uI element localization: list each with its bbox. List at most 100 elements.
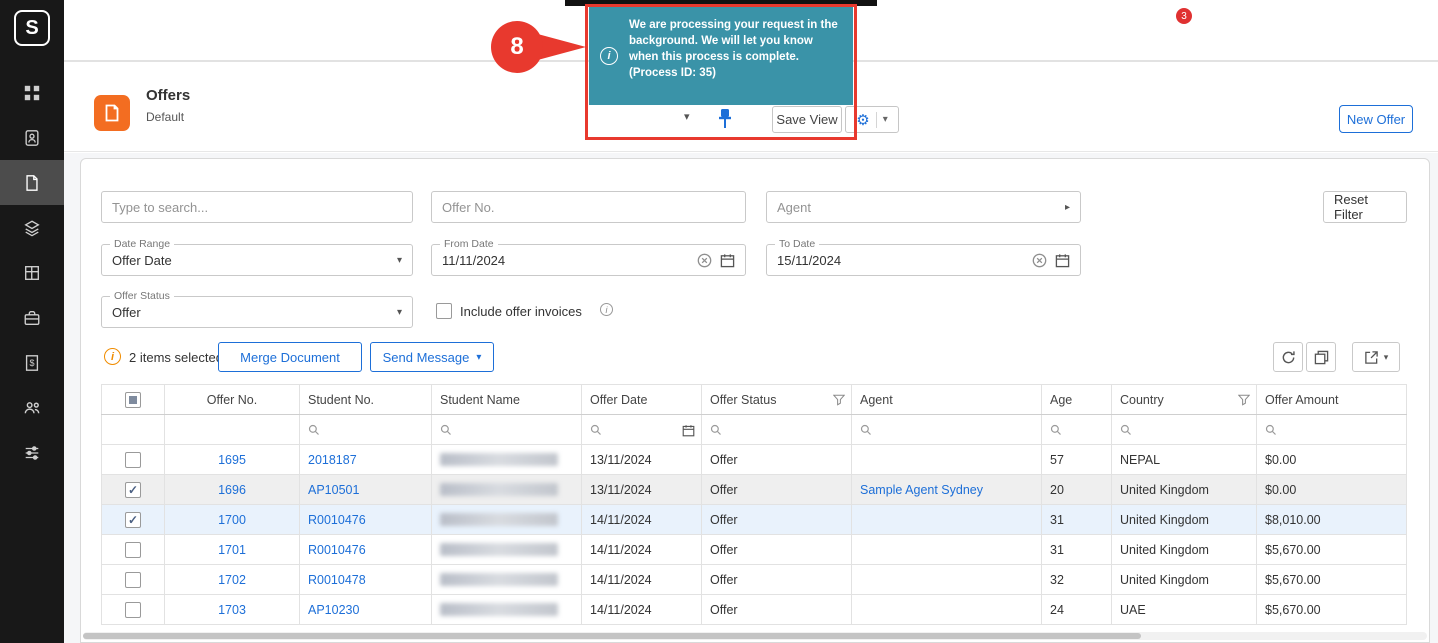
row-select-cell: [102, 565, 165, 595]
filter-student-name[interactable]: [432, 415, 582, 445]
column-chooser-button[interactable]: [1306, 342, 1336, 372]
date-range-select[interactable]: Date Range Offer Date ▾: [101, 244, 413, 276]
student-no-link[interactable]: AP10501: [308, 483, 359, 497]
col-offer-amount[interactable]: Offer Amount: [1257, 385, 1407, 415]
col-student-name[interactable]: Student Name: [432, 385, 582, 415]
cell-agent: [852, 565, 1042, 595]
sidebar-item-partners[interactable]: [0, 385, 64, 430]
to-date-input[interactable]: [777, 253, 1032, 268]
export-button[interactable]: ▾: [1352, 342, 1400, 372]
sidebar-item-courses[interactable]: [0, 205, 64, 250]
calendar-icon[interactable]: [1055, 253, 1070, 268]
refresh-button[interactable]: [1273, 342, 1303, 372]
sidebar-item-settings[interactable]: [0, 430, 64, 475]
row-checkbox[interactable]: [125, 602, 141, 618]
offers-module-icon: [94, 95, 130, 131]
row-checkbox[interactable]: [125, 452, 141, 468]
quick-search-field[interactable]: [101, 191, 413, 223]
filter-icon[interactable]: [1238, 394, 1250, 406]
horizontal-scrollbar-thumb[interactable]: [83, 633, 1141, 639]
search-icon: [1265, 424, 1277, 436]
copy-icon: [1314, 350, 1329, 365]
processing-toast: i We are processing your request in the …: [589, 7, 853, 105]
briefcase-icon: [23, 309, 41, 327]
offer-no-link[interactable]: 1696: [218, 483, 246, 497]
student-no-link[interactable]: R0010478: [308, 573, 366, 587]
col-country[interactable]: Country: [1112, 385, 1257, 415]
sidebar-item-offers[interactable]: [0, 160, 64, 205]
student-no-link[interactable]: AP10230: [308, 603, 359, 617]
col-student-no[interactable]: Student No.: [300, 385, 432, 415]
table-row: 1695201818713/11/2024Offer57NEPAL$0.00: [102, 445, 1407, 475]
include-invoices-checkbox[interactable]: [436, 303, 452, 319]
filter-icon[interactable]: [833, 394, 845, 406]
col-age[interactable]: Age: [1042, 385, 1112, 415]
annotation-step-number: 8: [491, 21, 543, 73]
row-checkbox[interactable]: [125, 482, 141, 498]
calendar-icon[interactable]: [682, 424, 695, 437]
select-all-checkbox[interactable]: [125, 392, 141, 408]
offer-no-link[interactable]: 1701: [218, 543, 246, 557]
agent-link[interactable]: Sample Agent Sydney: [860, 483, 983, 497]
agent-dropdown[interactable]: Agent ▸: [766, 191, 1081, 223]
cell-offer-status: Offer: [702, 505, 852, 535]
sidebar-item-dashboard[interactable]: [0, 70, 64, 115]
offer-no-link[interactable]: 1702: [218, 573, 246, 587]
row-checkbox[interactable]: [125, 572, 141, 588]
quick-search-input[interactable]: [112, 200, 402, 215]
col-offer-status[interactable]: Offer Status: [702, 385, 852, 415]
from-date-input[interactable]: [442, 253, 697, 268]
student-no-link[interactable]: 2018187: [308, 453, 357, 467]
clear-icon[interactable]: [697, 253, 712, 268]
filter-offer-amount[interactable]: [1257, 415, 1407, 445]
reset-filter-button[interactable]: Reset Filter: [1323, 191, 1407, 223]
cell-country: NEPAL: [1112, 445, 1257, 475]
to-date-label: To Date: [775, 238, 819, 250]
clear-icon[interactable]: [1032, 253, 1047, 268]
offer-no-link[interactable]: 1703: [218, 603, 246, 617]
app-logo[interactable]: S: [14, 10, 50, 46]
offer-no-field[interactable]: [431, 191, 746, 223]
cell-country: UAE: [1112, 595, 1257, 625]
row-checkbox[interactable]: [125, 542, 141, 558]
search-icon: [1120, 424, 1132, 436]
export-icon: [1364, 350, 1379, 365]
to-date-field[interactable]: To Date: [766, 244, 1081, 276]
filter-age[interactable]: [1042, 415, 1112, 445]
offer-no-input[interactable]: [442, 200, 735, 215]
sidebar-item-services[interactable]: [0, 295, 64, 340]
offer-no-link[interactable]: 1695: [218, 453, 246, 467]
sidebar-item-table[interactable]: [0, 250, 64, 295]
offer-status-select[interactable]: Offer Status Offer ▾: [101, 296, 413, 328]
cell-country: United Kingdom: [1112, 565, 1257, 595]
offer-no-link[interactable]: 1700: [218, 513, 246, 527]
sidebar-item-contacts[interactable]: [0, 115, 64, 160]
cell-offer-date: 14/11/2024: [582, 595, 702, 625]
merge-document-button[interactable]: Merge Document: [218, 342, 362, 372]
filter-student-no[interactable]: [300, 415, 432, 445]
student-name-redacted: [440, 543, 558, 556]
student-no-link[interactable]: R0010476: [308, 513, 366, 527]
filter-agent[interactable]: [852, 415, 1042, 445]
select-all-header[interactable]: [102, 385, 165, 415]
col-agent[interactable]: Agent: [852, 385, 1042, 415]
sidebar-item-invoices[interactable]: $: [0, 340, 64, 385]
new-offer-button[interactable]: New Offer: [1339, 105, 1413, 133]
cell-age: 31: [1042, 505, 1112, 535]
chevron-down-icon: ▾: [397, 307, 402, 318]
from-date-field[interactable]: From Date: [431, 244, 746, 276]
reset-filter-label: Reset Filter: [1334, 192, 1396, 222]
cell-offer-no: 1695: [165, 445, 300, 475]
filter-offer-no[interactable]: [165, 415, 300, 445]
col-offer-no[interactable]: Offer No.: [165, 385, 300, 415]
filter-offer-date[interactable]: [582, 415, 702, 445]
calendar-icon[interactable]: [720, 253, 735, 268]
col-offer-date[interactable]: Offer Date: [582, 385, 702, 415]
send-message-button[interactable]: Send Message ▾: [370, 342, 494, 372]
filter-offer-status[interactable]: [702, 415, 852, 445]
row-checkbox[interactable]: [125, 512, 141, 528]
cell-student-name: [432, 535, 582, 565]
student-no-link[interactable]: R0010476: [308, 543, 366, 557]
cell-student-name: [432, 595, 582, 625]
filter-country[interactable]: [1112, 415, 1257, 445]
